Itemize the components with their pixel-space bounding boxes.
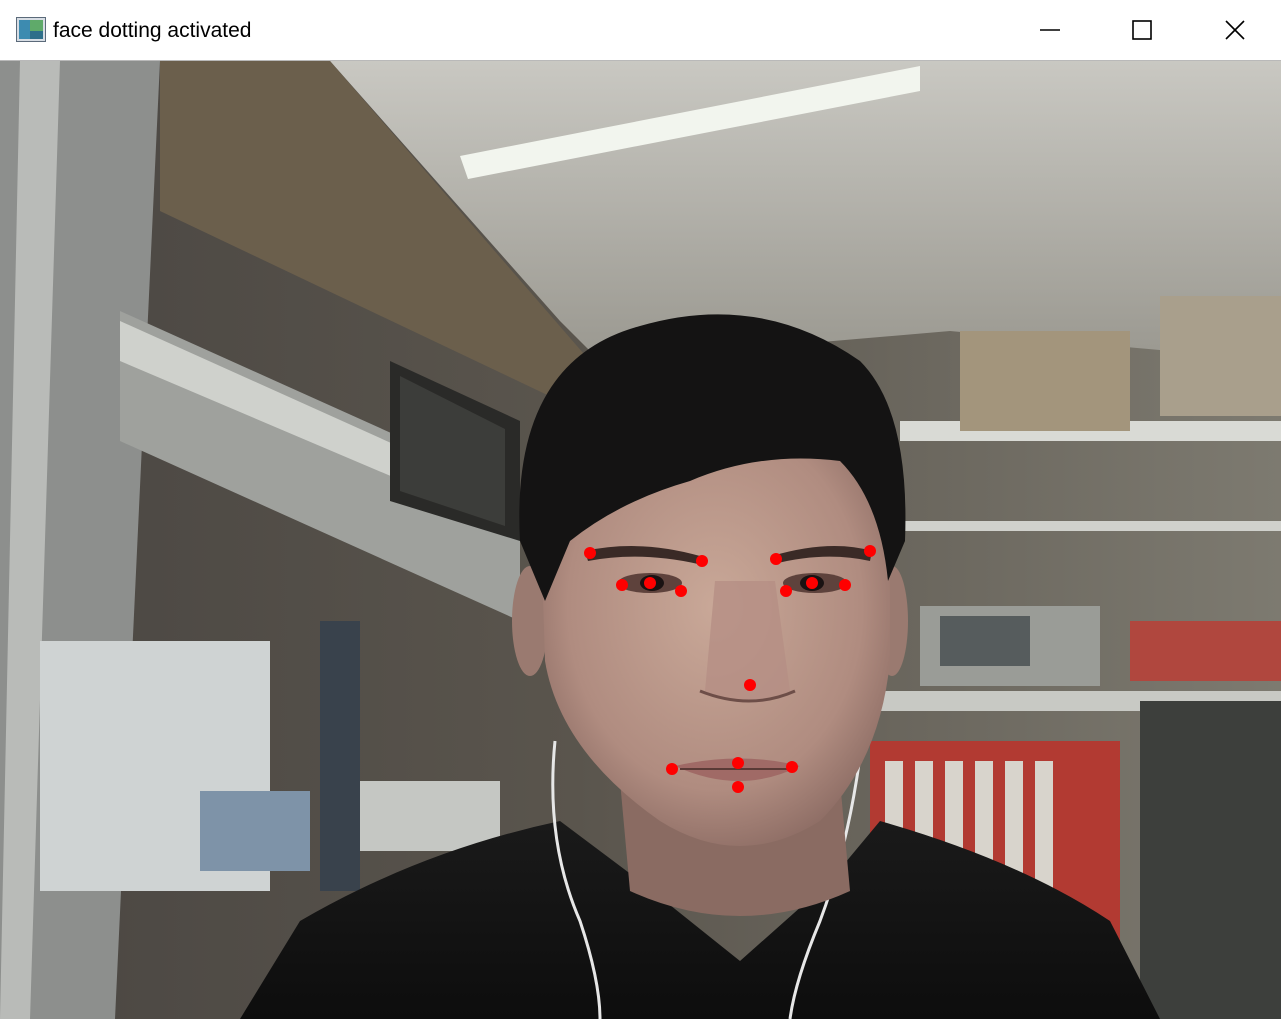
landmark-dot [644, 577, 656, 589]
landmark-dot [744, 679, 756, 691]
landmark-dot [616, 579, 628, 591]
landmark-dot [780, 585, 792, 597]
minimize-icon [1040, 29, 1060, 31]
landmark-dot [732, 757, 744, 769]
landmark-dot [584, 547, 596, 559]
landmark-dot [696, 555, 708, 567]
maximize-icon [1132, 20, 1152, 40]
window-title: face dotting activated [53, 19, 252, 42]
webcam-frame [0, 60, 1281, 1019]
app-icon [16, 17, 46, 42]
landmark-dot [806, 577, 818, 589]
app-window: face dotting activated [0, 0, 1281, 1019]
landmark-dot [666, 763, 678, 775]
close-icon [1224, 20, 1245, 40]
landmark-dot [786, 761, 798, 773]
landmark-dot [732, 781, 744, 793]
close-button[interactable] [1188, 0, 1281, 60]
landmark-dot [839, 579, 851, 591]
landmark-dot [864, 545, 876, 557]
maximize-button[interactable] [1096, 0, 1188, 60]
landmark-dot [675, 585, 687, 597]
title-bar[interactable]: face dotting activated [0, 0, 1281, 60]
minimize-button[interactable] [1004, 0, 1096, 60]
webcam-image [0, 61, 1281, 1019]
landmark-dot [770, 553, 782, 565]
